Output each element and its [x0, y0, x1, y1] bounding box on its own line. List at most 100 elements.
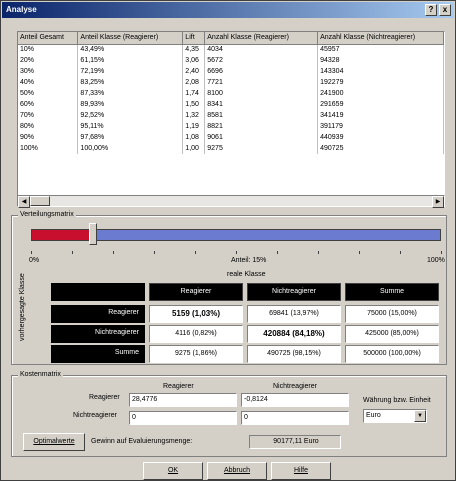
table-cell: 92,52%: [77, 110, 184, 121]
help-icon[interactable]: ?: [425, 4, 437, 16]
table-cell: 61,15%: [77, 55, 184, 66]
lift-table-header[interactable]: Lift: [182, 32, 206, 45]
table-cell: 490725: [317, 143, 444, 154]
cost-nn-input[interactable]: 0: [241, 411, 349, 425]
table-cell: 1,50: [182, 99, 206, 110]
table-cell: 4034: [204, 44, 319, 55]
row-header-nichtreagierer: Nichtreagierer: [51, 325, 145, 343]
scroll-right-icon[interactable]: ▶: [432, 196, 444, 208]
slider-tick: [359, 251, 360, 254]
table-cell: 3,06: [182, 55, 206, 66]
table-horizontal-scrollbar[interactable]: ◀ ▶: [17, 195, 445, 208]
scrollbar-thumb[interactable]: [30, 196, 50, 206]
table-cell: 87,33%: [77, 88, 184, 99]
table-cell: 1,00: [182, 143, 206, 154]
slider-tick: [318, 251, 319, 254]
cost-rr-input[interactable]: 28,4776: [129, 393, 237, 407]
cell-fp: 69841 (13,97%): [247, 305, 341, 323]
table-cell: 20%: [18, 55, 79, 66]
ok-label: OK: [167, 467, 179, 474]
lift-table-header[interactable]: Anteil Klasse (Reagierer): [77, 32, 184, 45]
row-header-reagierer: Reagierer: [51, 305, 145, 323]
table-cell: 8821: [204, 121, 319, 132]
table-row[interactable]: 100% 100,00% 1,00 9275 490725: [18, 143, 444, 154]
slider-tick: [113, 251, 114, 254]
cost-col-header-nichtreagierer: Nichtreagierer: [273, 383, 317, 390]
table-cell: 341419: [317, 110, 444, 121]
col-header-summe: Summe: [345, 283, 439, 301]
cost-row-label-reagierer: Reagierer: [89, 394, 120, 401]
slider-tick: [72, 251, 73, 254]
predicted-class-caption: vorhergesagte Klasse: [19, 273, 26, 341]
table-cell: 89,93%: [77, 99, 184, 110]
table-cell: 2,40: [182, 66, 206, 77]
gain-value: 90177,11 Euro: [249, 435, 341, 449]
lift-table-header[interactable]: Anzahl Klasse (Reagierer): [204, 32, 319, 45]
kostenmatrix-label: Kostenmatrix: [18, 371, 63, 378]
table-cell: 100,00%: [77, 143, 184, 154]
table-cell: 60%: [18, 99, 79, 110]
analyse-window: Analyse ? x Anteil Gesamt Anteil Klasse (…: [0, 0, 456, 481]
table-row[interactable]: 90% 97,68% 1,08 9061 440939: [18, 132, 444, 143]
table-row[interactable]: 30% 72,19% 2,40 6696 143304: [18, 66, 444, 77]
cost-row-label-nichtreagierer: Nichtreagierer: [73, 412, 117, 419]
lift-table-header[interactable]: Anzahl Klasse (Nichtreagierer): [317, 32, 444, 45]
cell-fn: 4116 (0,82%): [149, 325, 243, 343]
slider-tick: [236, 251, 237, 254]
scroll-left-icon[interactable]: ◀: [18, 196, 30, 208]
close-icon[interactable]: x: [439, 4, 451, 16]
table-row[interactable]: 50% 87,33% 1,74 8100 241900: [18, 88, 444, 99]
slider-tick: [154, 251, 155, 254]
table-cell: 291659: [317, 99, 444, 110]
table-cell: 8581: [204, 110, 319, 121]
table-cell: 241900: [317, 88, 444, 99]
table-cell: 8100: [204, 88, 319, 99]
currency-value: Euro: [366, 412, 381, 419]
table-row[interactable]: 60% 89,93% 1,50 8341 291659: [18, 99, 444, 110]
slider-thumb[interactable]: [88, 223, 97, 245]
table-cell: 100%: [18, 143, 79, 154]
table-cell: 1,74: [182, 88, 206, 99]
scale-max-label: 100%: [427, 257, 445, 264]
table-cell: 1,19: [182, 121, 206, 132]
slider-tick: [441, 251, 442, 254]
table-cell: 5672: [204, 55, 319, 66]
help-label: Hilfe: [293, 467, 308, 474]
table-row[interactable]: 80% 95,11% 1,19 8821 391179: [18, 121, 444, 132]
help-button[interactable]: Hilfe: [271, 462, 331, 480]
cancel-button[interactable]: Abbruch: [207, 462, 267, 480]
cost-rn-input[interactable]: -0,8124: [241, 393, 349, 407]
table-cell: 7721: [204, 77, 319, 88]
cell-pred-reagierer-sum: 75000 (15,00%): [345, 305, 439, 323]
cell-total: 500000 (100,00%): [345, 345, 439, 363]
chevron-down-icon[interactable]: ▼: [414, 410, 426, 422]
currency-label: Währung bzw. Einheit: [363, 397, 431, 404]
lift-table-header[interactable]: Anteil Gesamt: [18, 32, 79, 45]
table-cell: 40%: [18, 77, 79, 88]
table-cell: 440939: [317, 132, 444, 143]
cost-nr-input[interactable]: 0: [129, 411, 237, 425]
table-cell: 80%: [18, 121, 79, 132]
optimal-values-button[interactable]: Optimalwerte: [23, 433, 85, 451]
table-row[interactable]: 20% 61,15% 3,06 5672 94328: [18, 55, 444, 66]
table-row[interactable]: 70% 92,52% 1,32 8581 341419: [18, 110, 444, 121]
table-row[interactable]: 40% 83,25% 2,08 7721 192279: [18, 77, 444, 88]
window-title: Analyse: [6, 5, 37, 14]
table-cell: 70%: [18, 110, 79, 121]
optimal-values-label: Optimalwerte: [33, 438, 75, 445]
table-cell: 9061: [204, 132, 319, 143]
cancel-label: Abbruch: [223, 467, 251, 474]
currency-select[interactable]: Euro ▼: [363, 409, 427, 423]
ok-button[interactable]: OK: [143, 462, 203, 480]
cell-pred-nichtreagierer-sum: 425000 (85,00%): [345, 325, 439, 343]
cell-real-reagierer-sum: 9275 (1,86%): [149, 345, 243, 363]
table-cell: 90%: [18, 132, 79, 143]
table-cell: 1,32: [182, 110, 206, 121]
table-row[interactable]: 10% 43,49% 4,35 4034 45957: [18, 44, 444, 55]
table-cell: 45957: [317, 44, 444, 55]
cost-col-header-reagierer: Reagierer: [163, 383, 194, 390]
table-cell: 8341: [204, 99, 319, 110]
lift-table-container: Anteil Gesamt Anteil Klasse (Reagierer) Li…: [17, 31, 445, 207]
cell-tp: 5159 (1,03%): [149, 305, 243, 323]
table-cell: 6696: [204, 66, 319, 77]
